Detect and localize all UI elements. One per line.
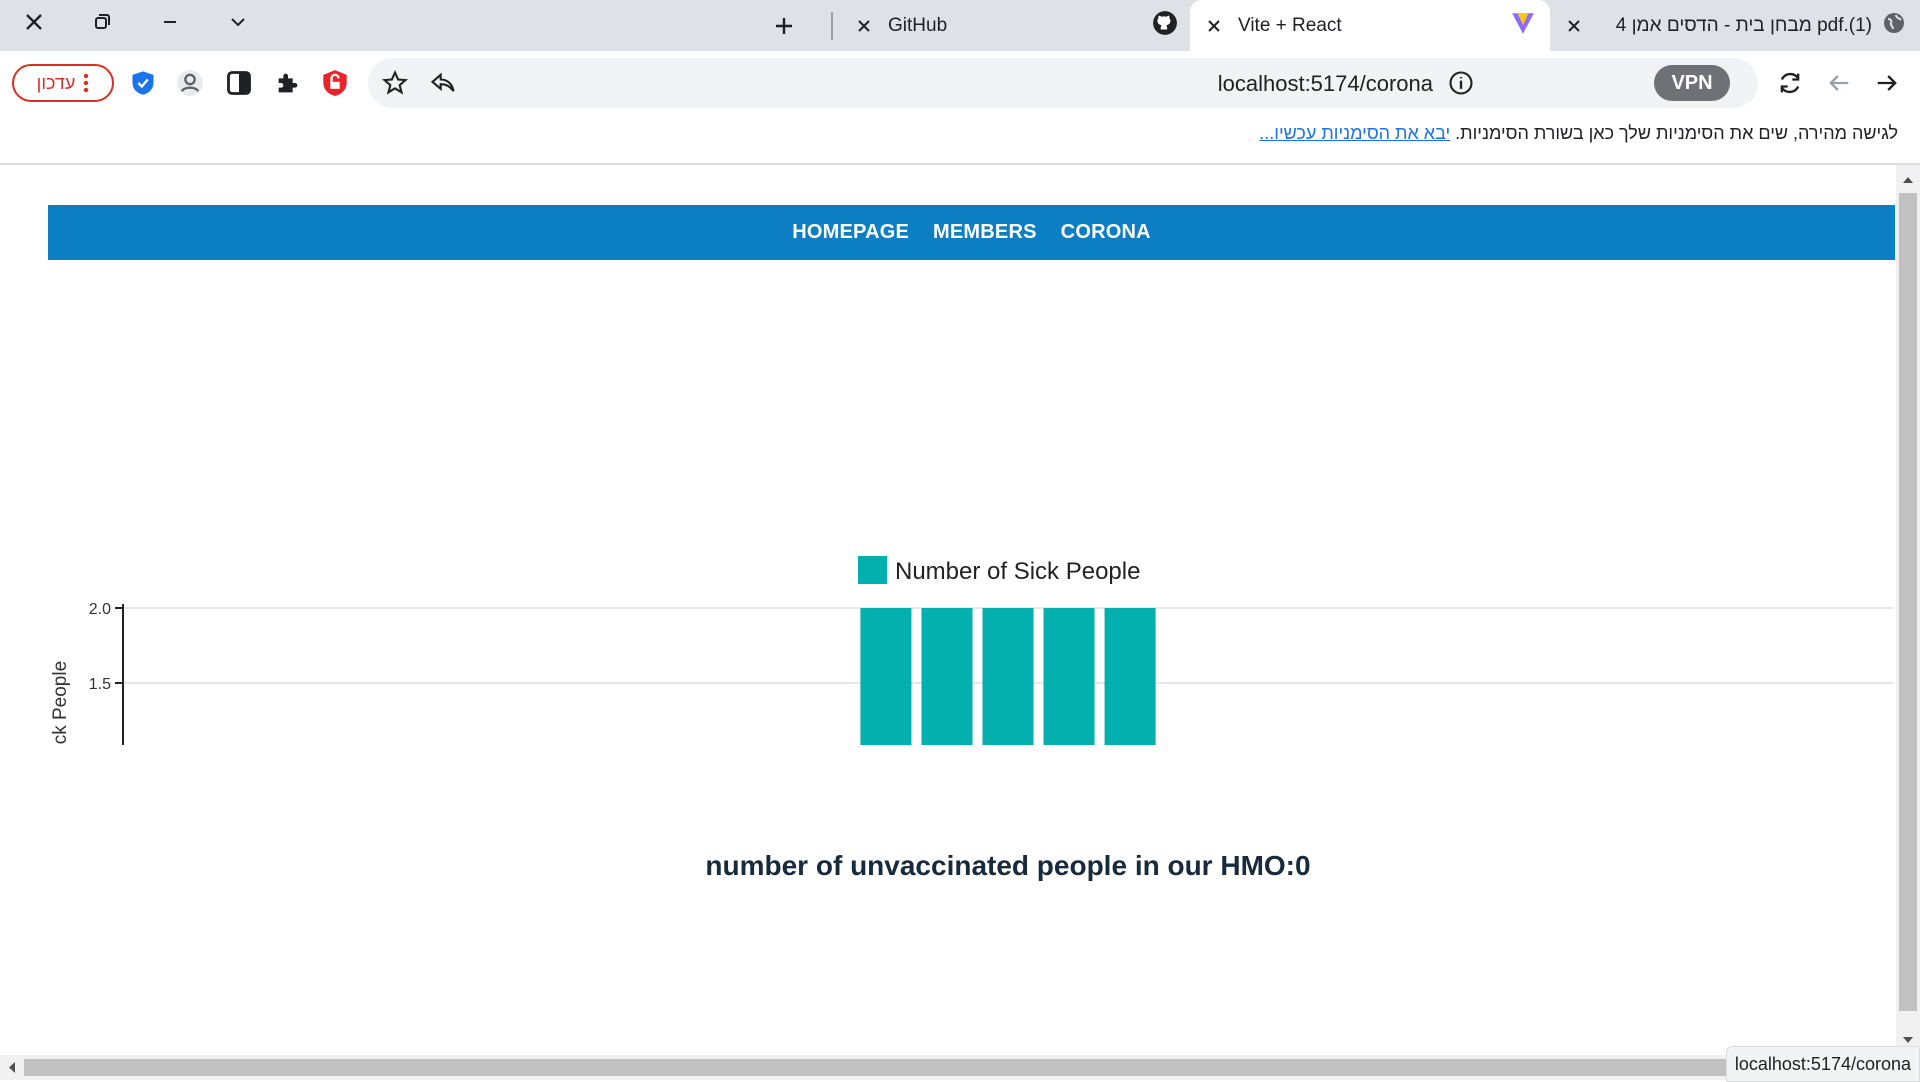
close-window-button[interactable] [0,0,68,44]
site-info-button[interactable] [1444,66,1478,100]
bar [982,608,1034,745]
unvaccinated-count: number of unvaccinated people in our HMO… [0,850,1920,882]
reload-icon [1780,72,1800,94]
status-bubble: localhost:5174/corona [1725,1046,1920,1082]
tab-title: pdf.(1) מבחן בית - הדסים אמן 4 [1615,14,1872,36]
vpn-button[interactable]: VPN [1654,65,1730,101]
tab-close-button[interactable] [1560,12,1588,40]
close-icon [1208,19,1220,32]
tab-strip: GitHub Vite + React pdf.(1) מבחן בית - ה… [0,0,1920,51]
bookmark-star-button[interactable] [378,66,412,100]
bar [921,608,973,745]
bar [1043,608,1095,745]
status-url: localhost:5174/corona [1734,1053,1911,1074]
y-tick-label: 2.0 [89,601,111,618]
update-label: עדכון [36,72,76,93]
github-icon [1152,10,1178,42]
tab-close-button[interactable] [850,12,878,40]
bar [860,608,912,745]
nav-members[interactable]: MEMBERS [933,221,1037,244]
nav-homepage[interactable]: HOMEPAGE [792,221,909,244]
bitwarden-extension-button[interactable] [126,66,160,100]
tab-title: Vite + React [1238,14,1342,36]
close-icon [858,19,870,32]
globe-icon [1882,11,1906,41]
side-panel-button[interactable] [222,66,256,100]
horizontal-scroll-thumb[interactable] [24,1059,1744,1076]
horizontal-scrollbar[interactable] [0,1055,1920,1080]
back-button[interactable] [1822,66,1856,100]
bar [1104,608,1156,745]
browser-toolbar: עדכון localhost:5174/corona VPN [0,51,1920,113]
plus-icon [776,17,792,34]
vpn-label: VPN [1671,71,1713,94]
arrow-left-icon [1829,75,1849,91]
legend-swatch [858,556,887,584]
tab-vite-react[interactable]: Vite + React [1190,0,1550,51]
lock-shield-icon [323,70,347,96]
bookmarks-bar: לגישה מהירה, שים את הסימניות שלך כאן בשו… [0,113,1920,165]
unvaccinated-text: number of unvaccinated people in our HMO… [705,850,1311,881]
close-icon [1568,19,1580,32]
info-icon [1449,71,1473,95]
puzzle-icon [278,73,298,93]
address-bar[interactable]: localhost:5174/corona VPN [368,58,1758,108]
side-panel-icon [227,71,251,95]
security-extension-button[interactable] [318,66,352,100]
scroll-up-icon[interactable] [1896,169,1920,191]
close-icon [26,14,42,30]
import-bookmarks-link[interactable]: יבא את הסימניות עכשיו... [1259,123,1450,143]
tab-pdf[interactable]: pdf.(1) מבחן בית - הדסים אמן 4 [1550,0,1920,51]
forward-button[interactable] [1870,66,1904,100]
chevron-down-icon [231,18,245,27]
share-button[interactable] [426,66,460,100]
legend-label: Number of Sick People [895,558,1140,585]
share-icon [430,72,455,92]
tab-separator [831,12,833,40]
y-axis-label: Number of Sick People [50,661,71,745]
page-content: HOMEPAGE MEMBERS CORONA 0.00.51.01.52.0D… [0,165,1896,1055]
minimize-window-button[interactable] [136,0,204,44]
bookmarks-prompt-text: לגישה מהירה, שים את הסימניות שלך כאן בשו… [1455,123,1898,143]
tab-close-button[interactable] [1200,12,1228,40]
more-vertical-icon [84,73,89,93]
restore-window-button[interactable] [68,0,136,44]
sick-people-chart: 0.00.51.01.52.0Day 1Day 2Day 3Day 4Day 5… [50,556,1893,745]
reload-button[interactable] [1773,66,1807,100]
tab-search-button[interactable] [204,0,272,44]
restore-icon [95,14,110,29]
vertical-scrollbar[interactable] [1896,165,1920,1055]
person-icon [177,70,203,96]
tab-title: GitHub [888,14,948,36]
extensions-button[interactable] [271,66,305,100]
update-button[interactable]: עדכון [12,64,114,102]
profile-button[interactable] [173,66,207,100]
star-icon [381,69,409,95]
arrow-right-icon [1877,75,1897,91]
scroll-left-icon[interactable] [2,1055,22,1080]
vertical-scroll-thumb[interactable] [1899,193,1917,1011]
bookmarks-prompt: לגישה מהירה, שים את הסימניות שלך כאן בשו… [1259,123,1898,144]
main-navbar: HOMEPAGE MEMBERS CORONA [48,205,1895,260]
tab-github[interactable]: GitHub [840,0,1190,51]
shield-icon [132,71,154,95]
vite-icon [1510,10,1536,42]
new-tab-button[interactable] [752,0,816,51]
y-tick-label: 1.5 [89,676,111,693]
url-text[interactable]: localhost:5174/corona [1218,71,1433,97]
minimize-icon [164,21,176,23]
nav-corona[interactable]: CORONA [1061,221,1151,244]
